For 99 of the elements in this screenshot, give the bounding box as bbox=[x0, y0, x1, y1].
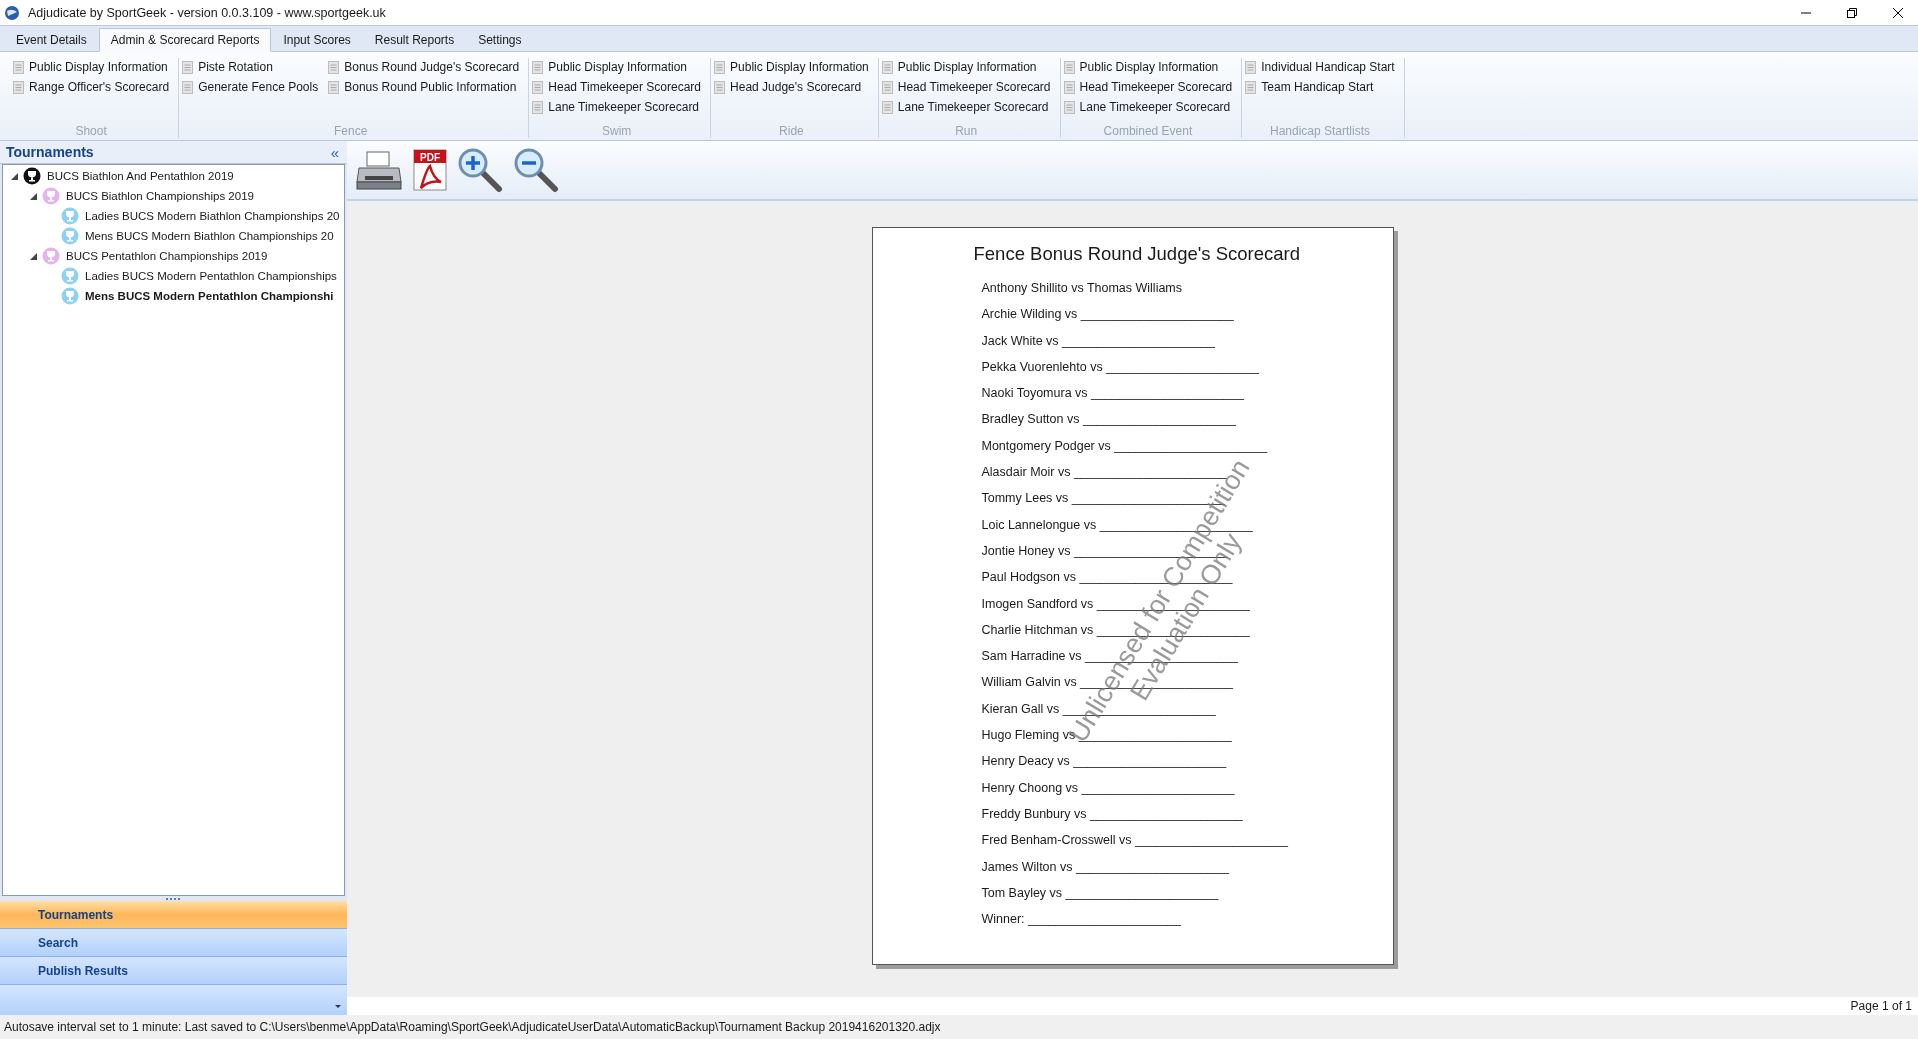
scorecard-line: Winner: ______________________ bbox=[981, 912, 1181, 928]
tree-item[interactable]: BUCS Biathlon And Pentathlon 2019 bbox=[47, 170, 234, 182]
group-label: Run bbox=[955, 124, 978, 138]
trophy-icon bbox=[61, 287, 79, 305]
group-label: Handicap Startlists bbox=[1269, 124, 1370, 138]
printer-icon[interactable] bbox=[355, 148, 403, 192]
zoom-in-icon[interactable] bbox=[457, 147, 505, 193]
report-button[interactable]: Public Display Information bbox=[713, 58, 870, 76]
report-button[interactable]: Head Timekeeper Scorecard bbox=[1062, 78, 1234, 96]
scorecard-line: Naoki Toyomura vs ______________________ bbox=[981, 386, 1244, 402]
tree-item[interactable]: BUCS Biathlon Championships 2019 bbox=[66, 190, 254, 202]
report-button[interactable]: Team Handicap Start bbox=[1244, 78, 1396, 96]
close-icon[interactable] bbox=[1892, 6, 1904, 19]
report-button[interactable]: Public Display Information bbox=[12, 58, 171, 76]
expander-icon[interactable] bbox=[29, 252, 37, 260]
trophy-icon bbox=[42, 187, 60, 205]
report-button[interactable]: Range Officer's Scorecard bbox=[12, 78, 171, 96]
nav-button[interactable]: Tournaments bbox=[0, 901, 347, 929]
document-icon bbox=[714, 80, 726, 94]
ribbon-tab[interactable]: Input Scores bbox=[271, 28, 363, 52]
zoom-out-icon[interactable] bbox=[513, 147, 561, 193]
tree-item[interactable]: Mens BUCS Modern Biathlon Championships 20 bbox=[85, 230, 334, 242]
trophy-icon bbox=[42, 247, 60, 265]
nav-button[interactable]: Search bbox=[0, 929, 347, 957]
document-icon bbox=[13, 80, 24, 94]
globe-icon bbox=[4, 4, 20, 21]
document-icon bbox=[182, 60, 194, 74]
group-label: Swim bbox=[602, 124, 632, 138]
trophy-icon bbox=[61, 227, 79, 245]
ribbon-tab[interactable]: Event Details bbox=[4, 28, 99, 52]
report-button[interactable]: Bonus Round Judge's Scorecard bbox=[327, 58, 521, 76]
status-text: Autosave interval set to 1 minute: Last saved to C:\Users\benme\AppData\Roaming\SportGeek\AdjudicateUserData\AutomaticBackup\Tournament Backup 2019416201320.adjx bbox=[4, 1020, 941, 1034]
tree-item[interactable]: BUCS Pentathlon Championships 2019 bbox=[66, 250, 268, 262]
panel-title: Tournaments bbox=[6, 144, 94, 160]
scorecard-line: Fred Benham-Crosswell vs ______________________ bbox=[981, 833, 1288, 849]
document-icon bbox=[881, 100, 893, 114]
scorecard-line: Freddy Bunbury vs ______________________ bbox=[981, 806, 1243, 822]
tree-item[interactable]: Mens BUCS Modern Pentathlon Championshi bbox=[85, 290, 334, 302]
report-button[interactable]: Head Judge's Scorecard bbox=[713, 78, 870, 96]
document-icon bbox=[328, 80, 340, 94]
report-button[interactable]: Piste Rotation bbox=[181, 58, 320, 76]
report-button[interactable]: Lane Timekeeper Scorecard bbox=[531, 98, 703, 116]
scorecard-line: Jack White vs ______________________ bbox=[981, 333, 1215, 349]
document-icon bbox=[1245, 80, 1257, 94]
scorecard-line: Tom Bayley vs ______________________ bbox=[981, 885, 1219, 901]
scorecard-line: Henry Deacy vs ______________________ bbox=[981, 754, 1227, 770]
splitter-handle[interactable] bbox=[165, 897, 182, 900]
document-icon bbox=[1063, 60, 1075, 74]
pdf-icon[interactable]: PDF bbox=[411, 148, 449, 192]
ribbon-tab[interactable]: Result Reports bbox=[362, 28, 467, 52]
report-button[interactable]: Generate Fence Pools bbox=[181, 78, 320, 96]
page-indicator: Page 1 of 1 bbox=[1850, 999, 1912, 1013]
document-icon bbox=[881, 60, 893, 74]
scorecard-line: Bradley Sutton vs ______________________ bbox=[981, 412, 1236, 428]
expander-icon[interactable] bbox=[10, 172, 18, 180]
expander-icon[interactable] bbox=[29, 192, 37, 200]
report-button[interactable]: Head Timekeeper Scorecard bbox=[531, 78, 703, 96]
collapse-button[interactable]: « bbox=[326, 143, 343, 161]
trophy-icon bbox=[61, 207, 79, 225]
report-button[interactable]: Lane Timekeeper Scorecard bbox=[880, 98, 1052, 116]
nav-button[interactable]: Publish Results bbox=[0, 957, 347, 985]
document-icon bbox=[532, 60, 544, 74]
document-icon bbox=[1063, 100, 1075, 114]
document-icon bbox=[532, 80, 544, 94]
document-title: Fence Bonus Round Judge's Scorecard bbox=[973, 243, 1300, 265]
group-label: Combined Event bbox=[1103, 124, 1193, 138]
tree-item[interactable]: Ladies BUCS Modern Pentathlon Championships bbox=[85, 270, 337, 282]
document-icon bbox=[328, 60, 340, 74]
document-icon bbox=[182, 80, 194, 94]
document-icon bbox=[13, 60, 24, 74]
tree-item[interactable]: Ladies BUCS Modern Biathlon Championships 20 bbox=[85, 210, 340, 222]
trophy-icon bbox=[61, 267, 79, 285]
report-button[interactable]: Public Display Information bbox=[1062, 58, 1234, 76]
scorecard-line: Henry Choong vs ______________________ bbox=[981, 780, 1235, 796]
group-label: Ride bbox=[779, 124, 804, 138]
window-title: Adjudicate by SportGeek - version 0.0.3.109 - www.sportgeek.uk bbox=[28, 5, 386, 20]
document-icon bbox=[714, 60, 726, 74]
scorecard-line: James Wilton vs ______________________ bbox=[981, 859, 1229, 875]
report-button[interactable]: Public Display Information bbox=[531, 58, 703, 76]
group-label: Shoot bbox=[75, 124, 107, 138]
report-button[interactable]: Individual Handicap Start bbox=[1244, 58, 1396, 76]
document-icon bbox=[881, 80, 893, 94]
document-icon bbox=[1063, 80, 1075, 94]
scorecard-line: Pekka Vuorenlehto vs ______________________ bbox=[981, 359, 1260, 375]
document-icon bbox=[532, 100, 544, 114]
report-button[interactable]: Public Display Information bbox=[880, 58, 1052, 76]
report-button[interactable]: Lane Timekeeper Scorecard bbox=[1062, 98, 1234, 116]
scorecard-line: Anthony Shillito vs Thomas Williams bbox=[981, 281, 1183, 296]
group-label: Fence bbox=[334, 124, 368, 138]
trophy-icon bbox=[23, 167, 41, 185]
ribbon-tab[interactable]: Settings bbox=[466, 28, 534, 52]
ribbon-tab[interactable]: Admin & Scorecard Reports bbox=[98, 28, 272, 52]
caret-icon[interactable] bbox=[335, 1005, 341, 1009]
report-button[interactable]: Bonus Round Public Information bbox=[327, 78, 521, 96]
scorecard-line: Archie Wilding vs ______________________ bbox=[981, 307, 1234, 323]
scorecard-line: Montgomery Podger vs ______________________ bbox=[981, 438, 1268, 454]
restore-icon[interactable] bbox=[1846, 6, 1858, 19]
report-button[interactable]: Head Timekeeper Scorecard bbox=[880, 78, 1052, 96]
document-icon bbox=[1245, 60, 1257, 74]
